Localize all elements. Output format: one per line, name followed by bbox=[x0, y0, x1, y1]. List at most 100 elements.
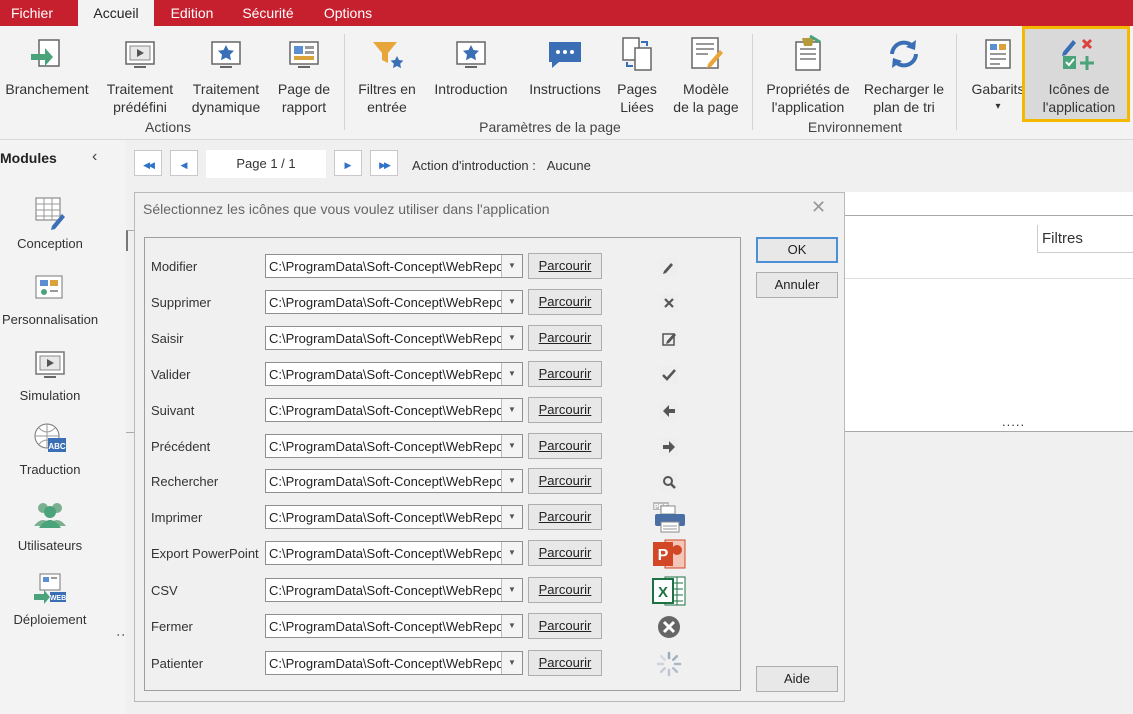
tab-securite[interactable]: Sécurité bbox=[232, 0, 304, 26]
group-separator bbox=[344, 34, 345, 130]
icon-row-export-powerpoint: Export PowerPoint C:\ProgramData\Soft-Co… bbox=[145, 539, 742, 569]
icon-row-modifier: Modifier C:\ProgramData\Soft-Concept\Web… bbox=[145, 252, 742, 280]
collapse-chevron-icon[interactable]: ‹ bbox=[92, 148, 97, 166]
module-label: Simulation bbox=[19, 388, 81, 403]
module-label: Utilisateurs bbox=[17, 538, 83, 553]
chevron-down-icon[interactable]: ▼ bbox=[501, 435, 522, 457]
chevron-down-icon[interactable]: ▼ bbox=[501, 255, 522, 277]
traitement-dynamique-button[interactable]: Traitement dynamique bbox=[186, 30, 266, 116]
parcourir-button[interactable]: Parcourir bbox=[528, 433, 602, 459]
module-simulation[interactable]: Simulation bbox=[0, 348, 100, 403]
modules-title: Modules bbox=[0, 150, 57, 166]
tab-edition[interactable]: Edition bbox=[156, 0, 228, 26]
module-conception[interactable]: Conception bbox=[0, 196, 100, 251]
gabarits-dropdown-arrow[interactable]: ▾ bbox=[966, 98, 1030, 116]
icon-path-combobox[interactable]: C:\ProgramData\Soft-Concept\WebReport ▼ bbox=[265, 614, 523, 638]
page-de-rapport-button[interactable]: Page de rapport bbox=[272, 30, 336, 116]
tab-options[interactable]: Options bbox=[310, 0, 386, 26]
simulation-icon bbox=[32, 348, 68, 382]
parcourir-button[interactable]: Parcourir bbox=[528, 468, 602, 494]
icon-path-combobox[interactable]: C:\ProgramData\Soft-Concept\WebReport ▼ bbox=[265, 541, 523, 565]
chevron-down-icon[interactable]: ▼ bbox=[501, 579, 522, 601]
branchement-button[interactable]: Branchement bbox=[4, 30, 90, 98]
chevron-down-icon[interactable]: ▼ bbox=[501, 291, 522, 313]
icon-row-supprimer: Supprimer C:\ProgramData\Soft-Concept\We… bbox=[145, 288, 742, 316]
chevron-down-icon[interactable]: ▼ bbox=[501, 363, 522, 385]
intro-action-label: Action d'introduction : Aucune bbox=[412, 158, 591, 173]
group-label-environnement: Environnement bbox=[807, 119, 903, 135]
parcourir-button[interactable]: Parcourir bbox=[528, 613, 602, 639]
traitement-predefini-button[interactable]: Traitement prédéfini bbox=[100, 30, 180, 116]
icones-application-button[interactable]: Icônes de l'application bbox=[1034, 30, 1124, 116]
instructions-button[interactable]: Instructions bbox=[522, 30, 608, 98]
icon-row-imprimer: Imprimer C:\ProgramData\Soft-Concept\Web… bbox=[145, 502, 742, 533]
parcourir-button[interactable]: Parcourir bbox=[528, 650, 602, 676]
speech-bubble-icon bbox=[545, 34, 585, 74]
module-traduction[interactable]: ABC Traduction bbox=[0, 422, 100, 477]
module-deploiement[interactable]: WEB Déploiement bbox=[0, 572, 100, 627]
last-page-button[interactable]: ▶▶ bbox=[370, 150, 398, 176]
spinner-icon bbox=[650, 649, 688, 679]
icon-row-rechercher: Rechercher C:\ProgramData\Soft-Concept\W… bbox=[145, 467, 742, 495]
module-personnalisation[interactable]: Personnalisation bbox=[0, 272, 100, 327]
module-utilisateurs[interactable]: Utilisateurs bbox=[0, 498, 100, 553]
icon-path-combobox[interactable]: C:\ProgramData\Soft-Concept\WebReport ▼ bbox=[265, 505, 523, 529]
close-circle-icon bbox=[650, 612, 688, 642]
icon-path-combobox[interactable]: C:\ProgramData\Soft-Concept\WebReport ▼ bbox=[265, 290, 523, 314]
icon-path-combobox[interactable]: C:\ProgramData\Soft-Concept\WebReport ▼ bbox=[265, 434, 523, 458]
close-icon[interactable]: ✕ bbox=[811, 197, 826, 218]
icon-path-combobox[interactable]: C:\ProgramData\Soft-Concept\WebReport ▼ bbox=[265, 398, 523, 422]
chevron-down-icon[interactable]: ▼ bbox=[501, 652, 522, 674]
tab-fichier[interactable]: Fichier bbox=[0, 0, 64, 26]
parcourir-button[interactable]: Parcourir bbox=[528, 504, 602, 530]
aide-button[interactable]: Aide bbox=[756, 666, 838, 692]
prev-page-button[interactable]: ◀ bbox=[170, 150, 198, 176]
arrow-right-icon bbox=[650, 432, 688, 462]
deploiement-icon: WEB bbox=[32, 572, 68, 606]
chevron-down-icon[interactable]: ▼ bbox=[501, 327, 522, 349]
introduction-button[interactable]: Introduction bbox=[430, 30, 512, 98]
parcourir-button[interactable]: Parcourir bbox=[528, 361, 602, 387]
module-label: Personnalisation bbox=[1, 312, 99, 327]
gabarits-button[interactable]: Gabarits ▾ bbox=[966, 30, 1030, 116]
parcourir-button[interactable]: Parcourir bbox=[528, 540, 602, 566]
module-label: Conception bbox=[17, 236, 83, 251]
parcourir-button[interactable]: Parcourir bbox=[528, 577, 602, 603]
group-label-actions: Actions bbox=[145, 119, 191, 135]
pencil-icon bbox=[650, 252, 688, 282]
parcourir-button[interactable]: Parcourir bbox=[528, 289, 602, 315]
chevron-down-icon[interactable]: ▼ bbox=[501, 399, 522, 421]
chevron-down-icon[interactable]: ▼ bbox=[501, 542, 522, 564]
ok-button[interactable]: OK bbox=[756, 237, 838, 263]
star-screen-icon bbox=[206, 34, 246, 74]
icon-path-combobox[interactable]: C:\ProgramData\Soft-Concept\WebReport ▼ bbox=[265, 362, 523, 386]
ribbon: Branchement Traitement prédéfini Traitem… bbox=[0, 26, 1133, 140]
proprietes-application-button[interactable]: Propriétés de l'application bbox=[760, 30, 856, 116]
parcourir-button[interactable]: Parcourir bbox=[528, 397, 602, 423]
table-row bbox=[845, 253, 1133, 279]
next-page-button[interactable]: ▶ bbox=[334, 150, 362, 176]
filtres-en-entree-button[interactable]: Filtres en entrée bbox=[352, 30, 422, 116]
pages-liees-button[interactable]: Pages Liées bbox=[612, 30, 662, 116]
chevron-down-icon[interactable]: ▼ bbox=[501, 506, 522, 528]
modele-de-la-page-button[interactable]: Modèle de la page bbox=[668, 30, 744, 116]
tab-accueil[interactable]: Accueil bbox=[78, 0, 154, 26]
icon-path-combobox[interactable]: C:\ProgramData\Soft-Concept\WebReport ▼ bbox=[265, 326, 523, 350]
report-page-icon bbox=[284, 34, 324, 74]
icon-row-csv: CSV C:\ProgramData\Soft-Concept\WebRepor… bbox=[145, 576, 742, 606]
annuler-button[interactable]: Annuler bbox=[756, 272, 838, 298]
icon-path-combobox[interactable]: C:\ProgramData\Soft-Concept\WebReport ▼ bbox=[265, 578, 523, 602]
icon-path-combobox[interactable]: C:\ProgramData\Soft-Concept\WebReport ▼ bbox=[265, 254, 523, 278]
chevron-down-icon[interactable]: ▼ bbox=[501, 470, 522, 492]
recharger-plan-de-tri-button[interactable]: Recharger le plan de tri bbox=[860, 30, 948, 116]
delete-x-icon bbox=[650, 288, 688, 318]
icon-path-combobox[interactable]: C:\ProgramData\Soft-Concept\WebReport ▼ bbox=[265, 469, 523, 493]
chevron-down-icon[interactable]: ▼ bbox=[501, 615, 522, 637]
conception-icon bbox=[32, 196, 68, 230]
intro-star-screen-icon bbox=[451, 34, 491, 74]
parcourir-button[interactable]: Parcourir bbox=[528, 325, 602, 351]
parcourir-button[interactable]: Parcourir bbox=[528, 253, 602, 279]
edit-box-icon bbox=[650, 324, 688, 354]
first-page-button[interactable]: ◀◀ bbox=[134, 150, 162, 176]
icon-path-combobox[interactable]: C:\ProgramData\Soft-Concept\WebReport ▼ bbox=[265, 651, 523, 675]
